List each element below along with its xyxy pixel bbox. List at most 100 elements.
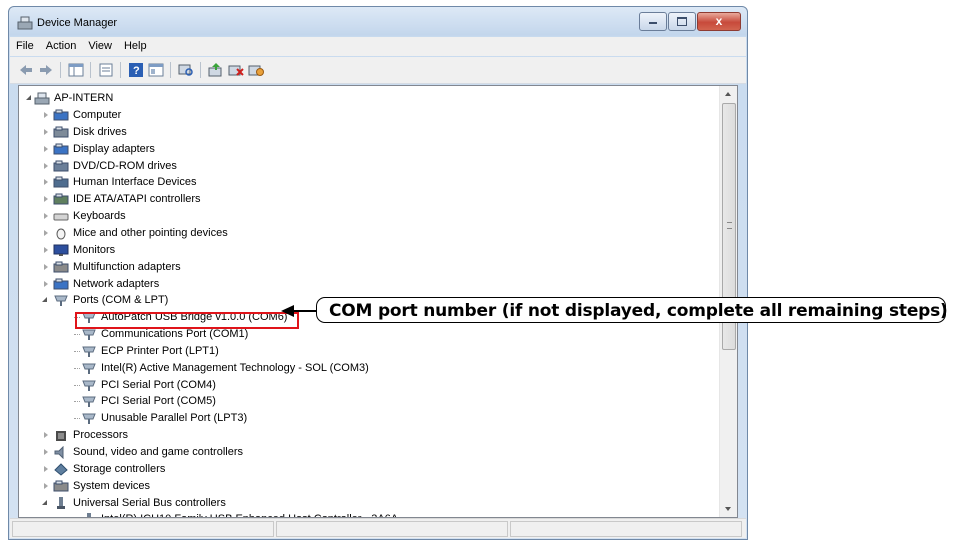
keyboard-icon <box>53 213 69 221</box>
expand-arrow-icon[interactable] <box>44 482 48 489</box>
status-bar <box>10 518 746 538</box>
expand-arrow-icon[interactable] <box>44 432 48 439</box>
annotation-callout: COM port number (if not displayed, compl… <box>316 297 948 323</box>
display-adapter-icon <box>53 143 69 155</box>
close-button[interactable]: x <box>697 12 741 31</box>
minimize-icon <box>649 22 657 24</box>
callout-leader-line <box>292 310 316 312</box>
tree-item-label: Storage controllers <box>73 462 166 475</box>
expand-arrow-icon[interactable] <box>44 229 48 236</box>
menu-bar: File Action View Help <box>10 37 746 56</box>
toolbar-separator <box>90 62 91 78</box>
expand-arrow-icon[interactable] <box>44 162 48 169</box>
tree-item-label: Intel(R) ICH10 Family USB Enhanced Host … <box>101 511 398 517</box>
expand-arrow-icon[interactable] <box>44 263 48 270</box>
status-pane <box>276 521 508 537</box>
system-device-icon <box>53 480 69 492</box>
scroll-down-arrow-icon[interactable] <box>725 507 731 511</box>
update-driver-icon[interactable] <box>208 63 224 77</box>
device-manager-icon <box>17 16 33 30</box>
uninstall-icon[interactable] <box>228 63 244 77</box>
expand-arrow-icon[interactable] <box>44 145 48 152</box>
scan-for-hardware-changes-icon[interactable] <box>178 63 194 77</box>
storage-controller-icon <box>54 463 68 476</box>
mouse-icon <box>56 228 66 240</box>
device-manager-window: Device Manager x File Action View Help ? AP… <box>8 6 748 540</box>
usb-icon <box>57 496 65 509</box>
toolbar-separator <box>120 62 121 78</box>
scrollbar-grip-icon <box>727 222 732 229</box>
show-hide-console-tree-icon[interactable] <box>68 63 84 77</box>
port-icon <box>54 295 68 307</box>
window-title: Device Manager <box>37 17 118 29</box>
expand-arrow-icon[interactable] <box>44 280 48 287</box>
toolbar-separator <box>170 62 171 78</box>
menu-action[interactable]: Action <box>40 37 83 52</box>
tree-item-label: IDE ATA/ATAPI controllers <box>73 193 201 206</box>
tree-connector-line <box>74 334 80 336</box>
title-bar[interactable]: Device Manager x <box>9 7 747 37</box>
expand-arrow-icon[interactable] <box>44 213 48 220</box>
maximize-button[interactable] <box>668 12 696 31</box>
tree-connector-line <box>74 384 80 386</box>
network-adapter-icon <box>53 278 69 289</box>
ide-controller-icon <box>53 193 69 205</box>
expand-arrow-icon[interactable] <box>44 449 48 455</box>
collapse-arrow-icon[interactable] <box>42 297 47 303</box>
help-icon[interactable]: ? <box>128 63 144 77</box>
port-icon <box>82 396 96 408</box>
back-icon[interactable] <box>18 63 34 77</box>
maximize-icon <box>677 17 687 26</box>
tree-item-label: Multifunction adapters <box>73 260 181 273</box>
port-icon <box>82 346 96 357</box>
expand-arrow-icon[interactable] <box>44 128 48 135</box>
tree-connector-line <box>74 350 80 352</box>
monitor-icon <box>53 244 69 256</box>
status-pane <box>510 521 742 537</box>
tree-item-label: Computer <box>73 109 122 121</box>
expand-arrow-icon[interactable] <box>44 112 48 118</box>
computer-icon <box>34 92 50 105</box>
close-icon: x <box>715 14 723 28</box>
expand-arrow-icon[interactable] <box>44 465 48 472</box>
tree-item-label: Processors <box>73 429 129 442</box>
toolbar-separator <box>60 62 61 78</box>
tree-connector-line <box>74 401 80 403</box>
caption-buttons: x <box>638 12 741 31</box>
forward-icon[interactable] <box>38 63 54 77</box>
tree-item-label: Sound, video and game controllers <box>73 446 243 458</box>
tree-item-label: Universal Serial Bus controllers <box>73 496 226 509</box>
dvd-drive-icon <box>53 160 69 172</box>
tree-item-label: Monitors <box>73 243 116 256</box>
port-icon <box>82 380 96 391</box>
tree-item-label: Network adapters <box>73 277 160 290</box>
view-icon[interactable] <box>148 63 164 77</box>
expand-arrow-icon[interactable] <box>44 196 48 203</box>
collapse-arrow-icon[interactable] <box>42 499 47 505</box>
tree-connector-line <box>74 367 80 369</box>
toolbar-separator <box>200 62 201 78</box>
tree-item-label: ECP Printer Port (LPT1) <box>101 344 219 357</box>
port-icon <box>82 329 96 341</box>
expand-arrow-icon[interactable] <box>44 246 48 253</box>
disable-device-icon[interactable] <box>248 63 264 77</box>
tree-connector-line <box>74 418 80 420</box>
expand-arrow-icon[interactable] <box>44 179 48 186</box>
menu-view[interactable]: View <box>82 37 118 52</box>
scroll-up-arrow-icon[interactable] <box>725 92 731 96</box>
menu-help[interactable]: Help <box>118 37 153 52</box>
sound-icon <box>54 446 64 459</box>
com-port-highlight-box <box>75 312 299 329</box>
tree-root-label: AP-INTERN <box>54 92 114 104</box>
tree-item-label: Human Interface Devices <box>73 176 197 189</box>
menu-file[interactable]: File <box>10 37 40 52</box>
tree-item-label: PCI Serial Port (COM4) <box>101 378 216 391</box>
minimize-button[interactable] <box>639 12 667 31</box>
tree-item-label: Keyboards <box>73 210 126 223</box>
disk-drive-icon <box>53 126 69 138</box>
multifunction-adapter-icon <box>53 261 69 273</box>
tree-item-label: PCI Serial Port (COM5) <box>101 395 216 408</box>
properties-icon[interactable] <box>98 63 114 77</box>
tree-item-label: Ports (COM & LPT) <box>73 294 169 307</box>
collapse-arrow-icon[interactable] <box>26 95 31 100</box>
